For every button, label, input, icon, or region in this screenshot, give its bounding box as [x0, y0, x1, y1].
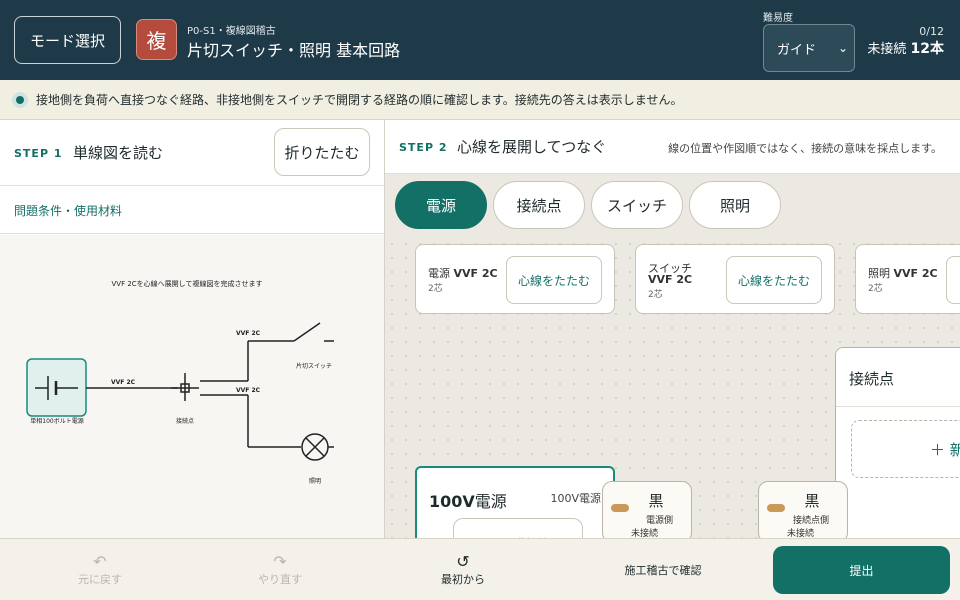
diagram-caption: VVF 2Cを心線へ展開して複線図を完成させます — [112, 279, 263, 288]
app-header: モード選択 複 P0-S1・複線図稽古 片切スイッチ・照明 基本回路 難易度 ガ… — [0, 0, 960, 80]
wiring-canvas[interactable]: 電源 VVF 2C 2芯 心線をたたむ スイッチ VVF 2C 2芯 心線をたた… — [385, 237, 960, 538]
cable-card-lamp-cores: 2芯 — [868, 284, 883, 294]
action-footer: ↶ 元に戻す ↷ やり直す ↺ 最初から 施工稽古で確認 提出 — [0, 538, 960, 600]
fold-cores-button-switch[interactable]: 心線をたたむ — [726, 256, 822, 304]
power-terminal-pill[interactable]: 電源 非接地 — [453, 518, 583, 538]
step1-header: STEP 1 単線図を読む 折りたたむ — [0, 120, 384, 186]
step2-tag: STEP 2 — [399, 141, 448, 154]
restart-button[interactable]: ↺ 最初から — [423, 539, 503, 600]
difficulty-select[interactable]: ガイド ⌄ — [763, 24, 855, 72]
unconnected-status: 未接続 12本 — [867, 38, 944, 58]
lesson-subtitle: P0-S1・複線図稽古 — [187, 26, 276, 37]
component-tabs: 電源 接続点 スイッチ 照明 — [395, 181, 781, 229]
junction-node-title: 接続点 — [849, 370, 895, 388]
power-source-card[interactable]: 100V電源 100V電源 電源 非接地 — [415, 466, 615, 538]
switch-cable-label: VVF 2C — [236, 330, 261, 337]
difficulty-value: ガイド — [777, 42, 817, 58]
wire-color: 黒 — [648, 492, 664, 510]
step2-title: 心線を展開してつなぐ — [457, 138, 607, 156]
power-source-title-bold: 100V — [429, 492, 475, 511]
cable-card-power-cores: 2芯 — [428, 284, 443, 294]
lamp-cable-label: VVF 2C — [236, 387, 261, 394]
restart-icon: ↺ — [456, 552, 470, 571]
fold-button[interactable]: 折りたたむ — [274, 128, 370, 176]
redo-button[interactable]: ↷ やり直す — [240, 539, 320, 600]
junction-separator — [836, 406, 960, 407]
cable-card-switch-cores: 2芯 — [648, 290, 663, 300]
wire-chip-source[interactable]: 黒 電源側 未接続 — [602, 481, 692, 538]
junction-symbol[interactable] — [171, 373, 199, 401]
construction-check-button[interactable]: 施工稽古で確認 — [608, 539, 718, 600]
unconnected-label: 未接続 — [867, 42, 907, 57]
undo-button[interactable]: ↶ 元に戻す — [60, 539, 140, 600]
wire-state: 未接続 — [631, 529, 659, 538]
wire-end: 電源側 — [645, 516, 673, 526]
lamp-symbol[interactable] — [301, 433, 334, 461]
undo-icon: ↶ — [93, 552, 107, 571]
multi-line-panel: STEP 2 心線を展開してつなぐ 線の位置や作図順ではなく、接続の意味を採点し… — [385, 120, 960, 538]
lamp-label: 照明 — [309, 478, 321, 485]
switch-label: 片切スイッチ — [296, 362, 332, 370]
cable-card-power-cable: VVF 2C — [453, 267, 498, 280]
tab-power[interactable]: 電源 — [395, 181, 487, 229]
wire-chip-junction[interactable]: 黒 接続点側 未接続 — [758, 481, 848, 538]
cable-card-lamp-cable: VVF 2C — [893, 267, 938, 280]
redo-label: やり直す — [258, 573, 302, 586]
single-line-diagram: VVF 2Cを心線へ展開して複線図を完成させます 単相100ボルト電源 VVF … — [0, 235, 384, 538]
chevron-down-icon: ⌄ — [837, 41, 848, 55]
add-junction-button[interactable]: ＋ 新 — [851, 420, 960, 478]
fold-cores-button-lamp[interactable] — [946, 256, 960, 304]
step1-title: 単線図を読む — [73, 144, 164, 162]
source-cable-label: VVF 2C — [111, 379, 136, 386]
cable-card-switch: スイッチ VVF 2C 2芯 心線をたたむ — [635, 244, 835, 314]
junction-label: 接続点 — [176, 417, 194, 425]
cable-card-lamp-type-line: 照明 VVF 2C — [868, 265, 938, 281]
cable-card-lamp: 照明 VVF 2C 2芯 — [855, 244, 960, 314]
tab-lamp[interactable]: 照明 — [689, 181, 781, 229]
step1-tag: STEP 1 — [14, 147, 63, 160]
cable-card-power-type: 電源 — [428, 267, 450, 280]
tab-junction[interactable]: 接続点 — [493, 181, 585, 229]
progress-count: 0/12 — [919, 25, 944, 38]
source-label: 単相100ボルト電源 — [30, 417, 83, 425]
wire-state: 未接続 — [787, 529, 815, 538]
info-dot-icon — [12, 91, 28, 108]
tab-switch[interactable]: スイッチ — [591, 181, 683, 229]
cable-card-switch-cable: VVF 2C — [648, 273, 693, 286]
cable-card-lamp-type: 照明 — [868, 267, 890, 280]
power-source-symbol[interactable] — [26, 358, 87, 417]
construction-check-label: 施工稽古で確認 — [624, 564, 702, 577]
step2-note: 線の位置や作図順ではなく、接続の意味を採点します。 — [668, 142, 942, 155]
fold-cores-button-power[interactable]: 心線をたたむ — [506, 256, 602, 304]
instruction-text: 接地側を負荷へ直接つなぐ経路、非接地側をスイッチで開閉する経路の順に確認します。… — [36, 93, 683, 107]
wire-color: 黒 — [804, 492, 820, 510]
step2-header: STEP 2 心線を展開してつなぐ 線の位置や作図順ではなく、接続の意味を採点し… — [385, 120, 960, 174]
power-source-voltage: 100V電源 — [550, 492, 601, 505]
power-source-title-rest: 電源 — [474, 492, 507, 511]
submit-button[interactable]: 提出 — [773, 546, 950, 594]
wire-end: 接続点側 — [792, 516, 829, 526]
mode-select-button[interactable]: モード選択 — [14, 16, 121, 64]
cable-card-power: 電源 VVF 2C 2芯 心線をたたむ — [415, 244, 615, 314]
undo-label: 元に戻す — [78, 573, 122, 586]
cable-card-power-type-line: 電源 VVF 2C — [428, 265, 498, 281]
unconnected-count: 12本 — [910, 41, 944, 57]
fukusen-badge: 複 — [136, 19, 177, 60]
junction-node-card: 接続点 ＋ 新 — [835, 347, 960, 538]
redo-icon: ↷ — [273, 552, 287, 571]
single-line-diagram-svg: VVF 2Cを心線へ展開して複線図を完成させます 単相100ボルト電源 VVF … — [26, 279, 334, 485]
lesson-title: 片切スイッチ・照明 基本回路 — [187, 41, 401, 60]
single-line-panel: STEP 1 単線図を読む 折りたたむ 問題条件・使用材料 VVF 2Cを心線へ… — [0, 120, 385, 538]
switch-symbol[interactable] — [293, 322, 334, 342]
conditions-link[interactable]: 問題条件・使用材料 — [0, 186, 384, 234]
power-source-title: 100V電源 — [429, 488, 507, 512]
restart-label: 最初から — [441, 573, 485, 586]
instruction-bar: 接地側を負荷へ直接つなぐ経路、非接地側をスイッチで開閉する経路の順に確認します。… — [0, 80, 960, 120]
difficulty-label: 難易度 — [763, 13, 793, 24]
